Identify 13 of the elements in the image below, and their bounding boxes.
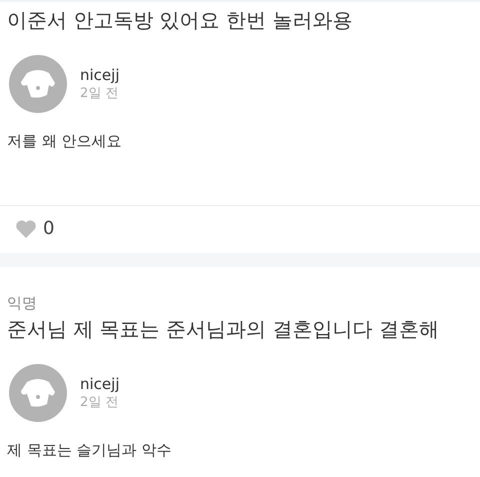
post-title: 이준서 안고독방 있어요 한번 놀러와용 (7, 7, 354, 33)
like-count: 0 (43, 218, 54, 239)
post-time: 2일 전 (80, 85, 120, 102)
heart-icon[interactable] (15, 218, 37, 238)
post-title: 준서님 제 목표는 준서님과의 결혼입니다 결혼해 (7, 316, 440, 342)
author-name: nicejj (80, 375, 120, 394)
post-time: 2일 전 (80, 394, 120, 411)
avatar-icon (9, 55, 67, 113)
author-name: nicejj (80, 66, 120, 85)
post-category: 익명 (7, 293, 38, 313)
avatar-icon (9, 364, 67, 422)
post-body: 저를 왜 안으세요 (7, 131, 123, 151)
post-body: 제 목표는 슬기님과 악수 (7, 440, 172, 460)
